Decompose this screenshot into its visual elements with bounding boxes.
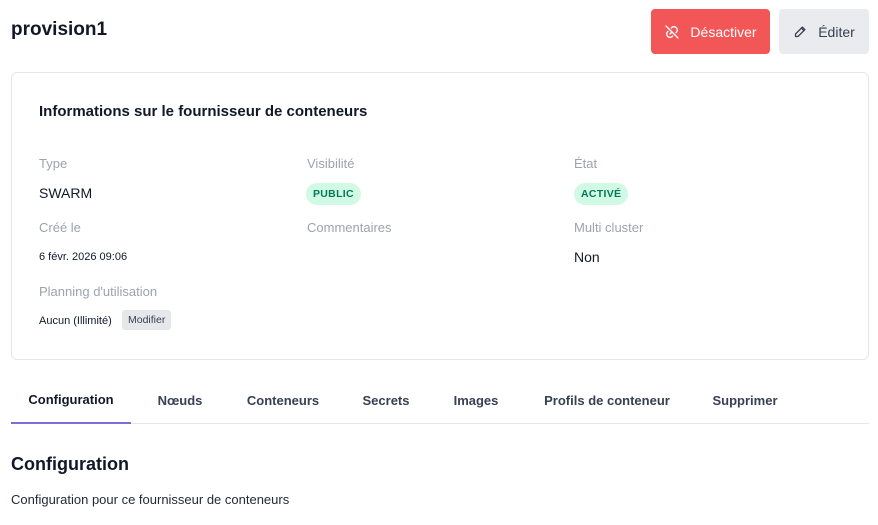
created-value: 6 févr. 2026 09:06 — [39, 251, 128, 263]
edit-label: Éditer — [818, 23, 855, 40]
created-label: Créé le — [39, 220, 81, 235]
comments-label: Commentaires — [307, 220, 392, 235]
tab-container-profiles[interactable]: Profils de conteneur — [534, 376, 680, 424]
state-label: État — [574, 156, 598, 171]
state-badge: ACTIVÉ — [574, 183, 629, 205]
tab-images[interactable]: Images — [444, 376, 508, 424]
tab-nodes[interactable]: Nœuds — [148, 376, 212, 424]
link-off-icon — [664, 24, 680, 40]
planning-label: Planning d'utilisation — [39, 284, 158, 299]
page-title: provision1 — [11, 19, 108, 40]
type-value: SWARM — [39, 185, 93, 201]
multicluster-label: Multi cluster — [574, 220, 644, 235]
section-description: Configuration pour ce fournisseur de con… — [11, 492, 290, 507]
tab-delete[interactable]: Supprimer — [701, 376, 789, 424]
section-title: Configuration — [11, 454, 129, 474]
modify-planning-button[interactable]: Modifier — [122, 310, 172, 330]
pencil-icon — [793, 24, 808, 39]
visibility-label: Visibilité — [307, 156, 355, 171]
tab-bar: Configuration Nœuds Conteneurs Secrets I… — [11, 376, 869, 424]
tab-configuration[interactable]: Configuration — [11, 376, 131, 424]
multicluster-value: Non — [574, 249, 600, 265]
edit-button[interactable]: Éditer — [779, 9, 869, 54]
visibility-badge: PUBLIC — [306, 183, 361, 205]
tab-containers[interactable]: Conteneurs — [237, 376, 329, 424]
tab-secrets[interactable]: Secrets — [354, 376, 418, 424]
deactivate-label: Désactiver — [690, 23, 757, 40]
provider-info-card: Informations sur le fournisseur de conte… — [11, 72, 869, 360]
planning-value: Aucun (Illimité) — [39, 315, 112, 327]
type-label: Type — [39, 156, 68, 171]
deactivate-button[interactable]: Désactiver — [651, 9, 770, 54]
card-title: Informations sur le fournisseur de conte… — [39, 103, 368, 120]
